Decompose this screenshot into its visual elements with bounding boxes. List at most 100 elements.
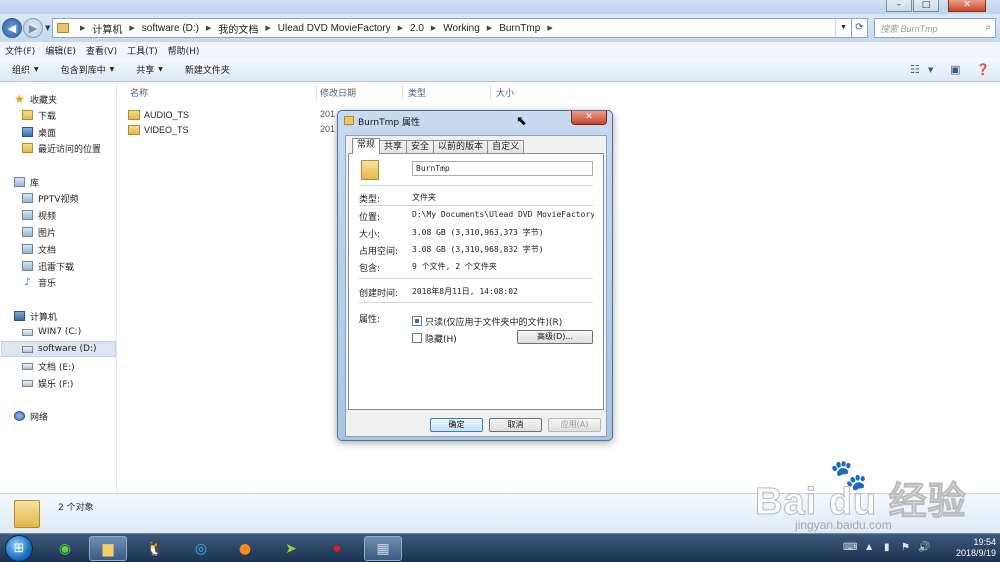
menu-tools[interactable]: 工具(T): [127, 44, 158, 57]
readonly-checkbox[interactable]: [412, 316, 422, 326]
battery-icon[interactable]: ▮: [884, 542, 890, 553]
keyboard-icon[interactable]: ⌨: [843, 542, 857, 553]
forward-button[interactable]: ▶: [23, 18, 43, 38]
chevron-down-icon: ▼: [109, 66, 115, 73]
sidebar-item-drive-c[interactable]: WIN7 (C:): [22, 324, 138, 340]
menu-view[interactable]: 查看(V): [86, 44, 117, 57]
sidebar-item-music[interactable]: ♪ 音乐: [22, 274, 138, 290]
readonly-label[interactable]: 只读(仅应用于文件夹中的文件)(R): [425, 315, 562, 328]
column-header-type[interactable]: 类型: [408, 86, 426, 100]
sidebar-item-recent[interactable]: 最近访问的位置: [22, 140, 138, 156]
start-button[interactable]: ⊞: [5, 535, 33, 562]
address-dropdown-icon[interactable]: ▼: [835, 19, 851, 37]
column-divider[interactable]: [402, 84, 403, 100]
apply-button[interactable]: 应用(A): [548, 418, 601, 432]
tab-previous-versions[interactable]: 以前的版本: [433, 140, 489, 154]
file-row[interactable]: AUDIO_TS: [128, 107, 189, 122]
chevron-down-icon[interactable]: ▼: [928, 66, 933, 74]
history-dropdown-icon[interactable]: ▼: [45, 24, 50, 32]
sidebar-item-xunlei[interactable]: 迅雷下载: [22, 258, 138, 274]
view-options-icon[interactable]: ☷: [910, 63, 920, 76]
column-header-name[interactable]: 名称: [130, 86, 148, 100]
tab-customize[interactable]: 自定义: [487, 140, 525, 154]
organize-button[interactable]: 组织 ▼: [12, 63, 39, 76]
column-divider[interactable]: [316, 84, 317, 100]
back-button[interactable]: ◀: [2, 18, 22, 38]
menu-file[interactable]: 文件(F): [5, 44, 35, 57]
hidden-checkbox[interactable]: [412, 333, 422, 343]
sidebar-item-computer[interactable]: 计算机: [14, 308, 130, 324]
share-button[interactable]: 共享 ▼: [136, 63, 163, 76]
network-tray-icon[interactable]: ⚑: [901, 542, 910, 553]
chevron-right-icon[interactable]: ▶: [431, 24, 436, 32]
refresh-button[interactable]: ⟳: [852, 18, 868, 38]
sidebar-item-libraries[interactable]: 库: [14, 174, 130, 190]
file-row[interactable]: VIDEO_TS: [128, 122, 189, 137]
search-icon[interactable]: ⌕: [985, 22, 991, 33]
sidebar-item-favorites[interactable]: ★ 收藏夹: [14, 91, 130, 107]
chevron-right-icon[interactable]: ▶: [487, 24, 492, 32]
taskbar-ulead[interactable]: ▦: [364, 536, 402, 561]
include-library-button[interactable]: 包含到库中 ▼: [61, 63, 115, 76]
ok-button[interactable]: 确定: [430, 418, 483, 432]
column-divider[interactable]: [490, 84, 491, 100]
taskbar-browser-360[interactable]: ◉: [46, 536, 84, 561]
sidebar-item-network[interactable]: 网络: [14, 408, 130, 424]
help-icon[interactable]: ❓: [976, 63, 990, 76]
chevron-right-icon[interactable]: ▶: [206, 24, 211, 32]
folder-name-field[interactable]: BurnTmp: [412, 161, 593, 176]
hidden-label[interactable]: 隐藏(H): [425, 332, 457, 345]
chevron-right-icon[interactable]: ▶: [129, 24, 134, 32]
column-header-size[interactable]: 大小: [496, 86, 514, 100]
sidebar-item-desktop[interactable]: 桌面: [22, 124, 138, 140]
taskbar-firefox[interactable]: ●: [226, 536, 264, 561]
libraries-icon: [14, 177, 25, 187]
taskbar-pptv[interactable]: ◎: [182, 536, 220, 561]
menu-edit[interactable]: 编辑(E): [45, 44, 76, 57]
tab-security[interactable]: 安全: [406, 140, 435, 154]
search-input[interactable]: 搜索 BurnTmp ⌕: [874, 18, 996, 38]
maximize-button[interactable]: □: [913, 0, 939, 12]
clock[interactable]: 19:54 2018/9/19: [956, 537, 996, 559]
breadcrumb-ulead[interactable]: Ulead DVD MovieFactory: [278, 23, 391, 34]
address-bar[interactable]: ▶ 计算机 ▶ software (D:) ▶ 我的文档 ▶ Ulead DVD…: [52, 18, 852, 38]
documents-label: 文档: [38, 245, 57, 256]
chevron-right-icon[interactable]: ▶: [398, 24, 403, 32]
minimize-button[interactable]: –: [886, 0, 912, 12]
breadcrumb-working[interactable]: Working: [443, 23, 480, 34]
chevron-right-icon[interactable]: ▶: [265, 24, 270, 32]
cancel-button[interactable]: 取消: [489, 418, 542, 432]
dialog-close-button[interactable]: ✕: [571, 111, 607, 125]
sidebar-item-drive-d[interactable]: software (D:): [1, 341, 116, 357]
taskbar-app-green[interactable]: ➤: [272, 536, 310, 561]
close-button[interactable]: ✕: [948, 0, 986, 12]
sidebar-item-downloads[interactable]: 下载: [22, 107, 138, 123]
menu-help[interactable]: 帮助(H): [168, 44, 200, 57]
sidebar-item-videos[interactable]: 视频: [22, 207, 138, 223]
taskbar-recorder[interactable]: ⏺: [318, 536, 356, 561]
advanced-button[interactable]: 高级(D)...: [517, 330, 593, 344]
chevron-right-icon[interactable]: ▶: [547, 24, 552, 32]
pptv-label: PPTV视频: [38, 194, 79, 205]
taskbar-qq[interactable]: 🐧: [136, 536, 174, 561]
taskbar-explorer[interactable]: ▆: [89, 536, 127, 561]
sidebar-item-drive-e[interactable]: 文档 (E:): [22, 358, 138, 374]
sidebar-item-pictures[interactable]: 图片: [22, 224, 138, 240]
breadcrumb-computer[interactable]: 计算机: [92, 21, 122, 36]
chevron-up-icon[interactable]: ▲: [866, 542, 872, 551]
sidebar-item-pptv[interactable]: PPTV视频: [22, 190, 138, 206]
tab-general[interactable]: 常规: [352, 138, 381, 154]
breadcrumb-my-documents[interactable]: 我的文档: [218, 21, 258, 36]
breadcrumb-software-d[interactable]: software (D:): [142, 23, 199, 34]
new-folder-button[interactable]: 新建文件夹: [185, 63, 230, 76]
tab-sharing[interactable]: 共享: [379, 140, 408, 154]
breadcrumb-2-0[interactable]: 2.0: [410, 23, 424, 34]
preview-pane-icon[interactable]: ▣: [950, 63, 960, 76]
created-label: 创建时间:: [359, 289, 399, 299]
sidebar-item-drive-f[interactable]: 娱乐 (F:): [22, 375, 138, 391]
volume-icon[interactable]: 🔊: [918, 542, 930, 553]
chevron-right-icon[interactable]: ▶: [80, 24, 85, 32]
breadcrumb-burntmp[interactable]: BurnTmp: [499, 23, 540, 34]
sidebar-item-documents[interactable]: 文档: [22, 241, 138, 257]
column-header-date[interactable]: 修改日期: [320, 86, 356, 100]
